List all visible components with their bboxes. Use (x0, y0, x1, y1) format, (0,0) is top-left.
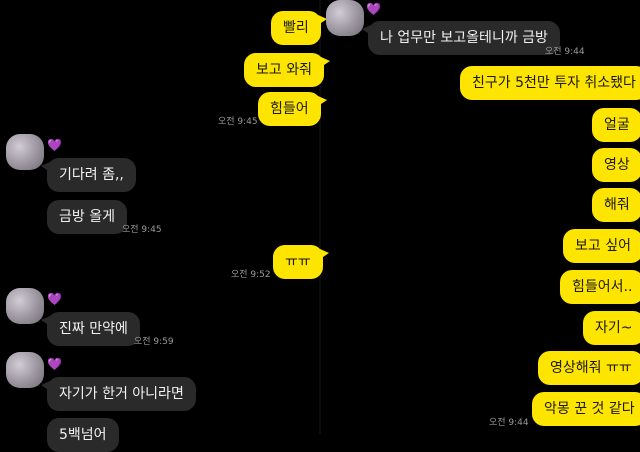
message-bubble-me: 친구가 5천만 투자 취소됐다 (460, 66, 640, 100)
heart-icon: 💜 (47, 292, 62, 306)
avatar[interactable] (6, 134, 44, 170)
heart-icon: 💜 (47, 357, 62, 371)
message-bubble-partner: 기다려 좀,, (41, 158, 136, 192)
message-bubble-partner: 금방 올게 (47, 200, 127, 234)
message-timestamp: 오전 9:44 (489, 418, 529, 428)
message-bubble-partner: 자기가 한거 아니라면 (41, 377, 196, 411)
message-timestamp: 오전 9:44 (545, 47, 585, 57)
avatar[interactable] (6, 352, 44, 388)
message-timestamp: 오전 9:45 (122, 225, 162, 235)
message-bubble-me: 얼굴 (592, 108, 640, 142)
message-bubble-partner: 진짜 만약에 (41, 312, 140, 346)
avatar[interactable] (326, 0, 364, 36)
heart-icon: 💜 (366, 2, 381, 16)
message-bubble-me: 힘들어서.. (560, 270, 640, 304)
message-bubble-partner: 5백넘어 (47, 418, 119, 452)
message-bubble-me: 보고 와줘 (244, 53, 330, 87)
message-bubble-me: 빨리 (271, 11, 327, 45)
message-timestamp: 오전 9:45 (218, 117, 258, 127)
message-bubble-me: 영상해줘 ㅠㅠ (538, 351, 640, 385)
message-bubble-me: ㅠㅠ (273, 245, 329, 279)
heart-icon: 💜 (47, 138, 62, 152)
message-bubble-me: 자기~ (583, 311, 640, 345)
message-bubble-me: 힘들어 (258, 92, 327, 126)
message-timestamp: 오전 9:59 (134, 337, 174, 347)
avatar[interactable] (6, 288, 44, 324)
message-bubble-me: 악몽 꾼 것 같다 (532, 392, 640, 426)
message-timestamp: 오전 9:52 (231, 270, 271, 280)
message-bubble-me: 영상 (592, 148, 640, 182)
message-bubble-me: 보고 싶어 (563, 229, 640, 263)
message-bubble-me: 해줘 (592, 188, 640, 222)
message-bubble-partner: 나 업무만 보고올테니까 금방 (362, 21, 560, 55)
